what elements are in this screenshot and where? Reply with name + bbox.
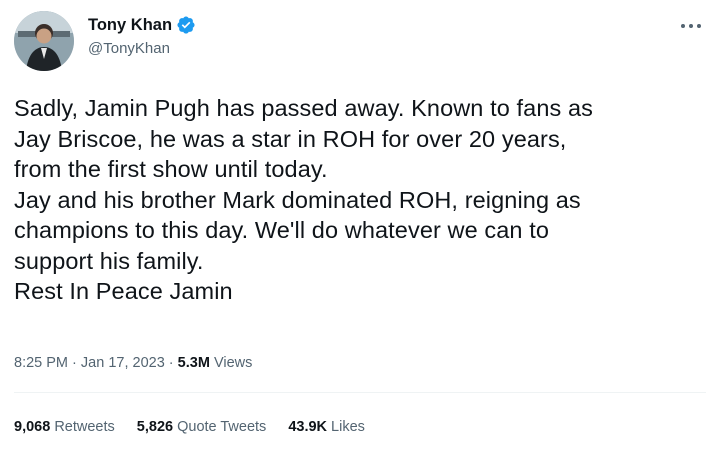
likes-label: Likes [331, 419, 365, 435]
profile-photo-icon [14, 11, 74, 71]
views-label: Views [213, 355, 253, 371]
tweet-date[interactable]: Jan 17, 2023 [81, 355, 165, 371]
retweets-label: Retweets [54, 419, 115, 435]
tweet-text-line: champions to this day. We'll do whatever… [14, 217, 550, 243]
tweet-meta: 8:25 PM · Jan 17, 2023 · 5.3M Views [14, 355, 252, 371]
author-display-name[interactable]: Tony Khan [88, 16, 172, 35]
tweet-card: Tony Khan @TonyKhan Sadly, Jamin Pugh ha… [0, 0, 720, 450]
retweets-stat[interactable]: 9,068 Retweets [14, 419, 115, 435]
meta-separator: · [72, 355, 77, 371]
divider [14, 392, 706, 393]
tweet-stats: 9,068 Retweets 5,826 Quote Tweets 43.9K … [14, 419, 387, 435]
display-name-row: Tony Khan [88, 14, 196, 36]
quote-tweets-stat[interactable]: 5,826 Quote Tweets [137, 419, 267, 435]
tweet-header: Tony Khan @TonyKhan [14, 8, 706, 71]
retweets-count: 9,068 [14, 419, 51, 435]
tweet-text-line: support his family. [14, 247, 204, 274]
views-count[interactable]: 5.3M [178, 355, 210, 371]
verified-badge-icon [176, 15, 196, 35]
quote-tweets-label: Quote Tweets [177, 419, 267, 435]
tweet-text-line: Jay Briscoe, he was a star in ROH for ov… [14, 125, 567, 152]
likes-stat[interactable]: 43.9K Likes [288, 419, 365, 435]
tweet-time[interactable]: 8:25 PM [14, 355, 68, 371]
meta-separator: · [168, 355, 174, 371]
avatar[interactable] [14, 11, 74, 71]
tweet-text-line: Jay and his brother Mark dominated ROH, … [14, 186, 581, 213]
tweet-text-line: Rest In Peace Jamin [14, 278, 233, 304]
tweet-text-line: Sadly, Jamin Pugh has passed away. Known… [14, 95, 594, 121]
likes-count: 43.9K [288, 419, 328, 435]
author-handle[interactable]: @TonyKhan [88, 40, 196, 57]
more-options-icon[interactable] [680, 18, 702, 28]
tweet-text-line: from the first show until today. [14, 156, 328, 182]
quote-tweets-count: 5,826 [136, 419, 174, 435]
author-names: Tony Khan @TonyKhan [88, 14, 196, 57]
tweet-text: Sadly, Jamin Pugh has passed away. Known… [14, 93, 704, 307]
